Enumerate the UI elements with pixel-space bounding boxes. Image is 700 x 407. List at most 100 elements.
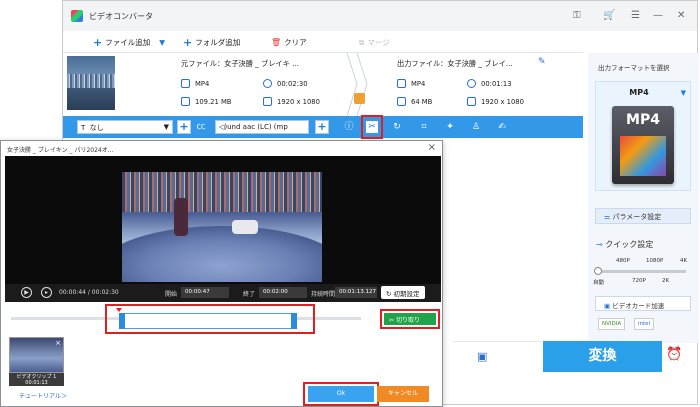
dropdown-arrow-icon[interactable]: ▼ <box>159 38 165 47</box>
output-folder-area: ▣ <box>453 341 541 372</box>
clear-button[interactable]: 🗑 クリア <box>271 37 307 48</box>
time-display: 00:00:44 / 00:02:30 <box>59 289 119 296</box>
level-1080p: 1080P <box>646 258 664 264</box>
watermark-icon[interactable]: ♙ <box>470 121 482 133</box>
subtitle-value: なし <box>89 124 104 132</box>
format-card[interactable]: MP4 ▼ MP4 <box>595 81 691 191</box>
add-file-label: ファイル追加 <box>105 38 151 47</box>
pen-edit-icon[interactable]: ✍ <box>496 121 508 133</box>
merge-label: マージ <box>367 38 390 47</box>
folder-open-icon[interactable]: ▣ <box>477 350 487 363</box>
add-audio-button[interactable]: + <box>315 120 329 134</box>
arrow-separator-icon <box>346 53 368 116</box>
alarm-clock-icon[interactable]: ⏰ <box>666 347 682 362</box>
level-auto: 自動 <box>593 280 605 286</box>
text-icon: T <box>81 124 86 132</box>
quick-settings-title: ⊸ クイック設定 <box>596 240 654 249</box>
audio-value: und aac (LC) (mp <box>227 123 288 131</box>
folder-icon <box>397 97 406 106</box>
toolbar: + ファイル追加 ▼ + フォルダ追加 🗑 クリア ⧉ マージ <box>63 31 583 53</box>
source-file-label: 元ファイル：女子決勝 _ ブレイキ ... <box>181 59 299 68</box>
merge-button[interactable]: ⧉ マージ <box>359 37 390 48</box>
effect-wand-icon[interactable]: ✦ <box>444 121 456 133</box>
clip-close-icon[interactable]: × <box>55 339 61 347</box>
clock-icon <box>263 79 272 88</box>
cc-icon[interactable]: ㏄ <box>195 121 207 133</box>
video-thumbnail[interactable] <box>67 56 115 110</box>
edit-bar: T なし ▼ + ㏄ ◁)und aac (LC) (mp + ⓘ ✂ ↻ ⌗ ✦… <box>63 116 583 138</box>
add-folder-button[interactable]: + フォルダ追加 <box>183 37 240 48</box>
video-frame <box>122 172 322 282</box>
plus-icon: + <box>93 35 103 49</box>
file-row: 元ファイル：女子決勝 _ ブレイキ ... MP4 00:02:30 109.2… <box>63 53 583 116</box>
add-file-button[interactable]: + ファイル追加 ▼ <box>93 37 165 48</box>
mp4-file-icon: MP4 <box>612 106 674 184</box>
parameter-settings-label: パラメータ設定 <box>612 213 662 221</box>
app-logo-icon <box>71 10 83 22</box>
sliders-icon: ⚌ <box>604 213 611 221</box>
output-format: MP4 <box>397 79 425 88</box>
play-icon[interactable]: ▶ <box>21 287 32 298</box>
clip-label: ビデオクリップ 1 00:01:13 <box>9 373 64 386</box>
dancer-standing <box>174 198 188 236</box>
film-image-icon <box>620 136 666 176</box>
level-2k: 2K <box>662 278 670 284</box>
quality-slider-knob[interactable] <box>594 267 602 275</box>
highlight-cut-box <box>380 309 440 329</box>
start-time-input[interactable]: 00:00:47 <box>181 287 229 298</box>
dancer-breaking <box>232 220 258 234</box>
subtitle-select[interactable]: T なし ▼ <box>77 120 173 134</box>
add-subtitle-button[interactable]: + <box>177 120 191 134</box>
nvidia-badge: NVIDIA <box>598 318 626 330</box>
menu-icon[interactable]: ☰ <box>631 9 640 23</box>
gpu-acceleration-button[interactable]: ▣ ビデオカード加速 <box>595 296 691 311</box>
info-icon[interactable]: ⓘ <box>343 121 355 133</box>
output-resolution: 1920 x 1080 <box>467 97 524 106</box>
level-720p: 720P <box>632 278 646 284</box>
source-size: 109.21 MB <box>181 97 231 106</box>
gpu-acceleration-label: ビデオカード加速 <box>612 302 665 310</box>
highlight-ok-box <box>303 382 379 406</box>
clear-label: クリア <box>284 38 307 47</box>
key-icon[interactable]: ⚿ <box>573 9 581 23</box>
step-forward-icon[interactable]: ▸ <box>41 287 52 298</box>
level-480p: 480P <box>616 258 630 264</box>
highlight-scissors-box <box>361 115 383 139</box>
resolution-icon <box>467 97 476 106</box>
crowd-background <box>122 172 322 212</box>
chevron-down-icon[interactable]: ▼ <box>681 89 686 97</box>
slider-icon: ⊸ <box>596 240 603 249</box>
end-time-input[interactable]: 00:02:00 <box>259 287 307 298</box>
audio-select[interactable]: ◁)und aac (LC) (mp <box>215 120 309 134</box>
gpu-icon: ▣ <box>604 302 611 310</box>
edit-name-icon[interactable]: ✎ <box>538 57 546 67</box>
crop-icon[interactable]: ⌗ <box>418 121 430 133</box>
trash-icon: 🗑 <box>271 38 282 47</box>
file-icon <box>397 79 406 88</box>
video-preview <box>5 156 441 284</box>
end-label: 終了 <box>243 291 256 298</box>
merge-icon: ⧉ <box>359 37 365 47</box>
speaker-icon: ◁) <box>219 123 228 131</box>
title-bar: ビデオコンバータ ⚿ 🛒 ☰ — ✕ <box>63 1 697 31</box>
app-title: ビデオコンバータ <box>89 12 153 21</box>
level-4k: 4K <box>680 258 688 264</box>
tutorial-link[interactable]: チュートリアル＞ <box>19 391 67 400</box>
reset-button[interactable]: ↻ 初期設定 <box>381 286 425 299</box>
close-icon[interactable]: ✕ <box>677 9 685 23</box>
minimize-icon[interactable]: — <box>653 9 663 23</box>
output-format-panel: 出力フォーマットを選択 MP4 ▼ MP4 ⚌ パラメータ設定 ⊸ クイック設定… <box>588 53 699 343</box>
start-label: 開始 <box>165 291 178 298</box>
cancel-button[interactable]: キャンセル <box>377 386 429 402</box>
convert-button[interactable]: 変換 <box>543 341 662 372</box>
format-name: MP4 <box>629 88 649 97</box>
parameter-settings-button[interactable]: ⚌ パラメータ設定 <box>595 208 691 224</box>
output-duration: 00:01:13 <box>467 79 512 88</box>
quality-slider[interactable] <box>596 270 686 273</box>
dialog-close-icon[interactable]: × <box>428 142 436 153</box>
highlight-range-box <box>105 304 315 334</box>
rotate-icon[interactable]: ↻ <box>391 121 403 133</box>
folder-icon <box>181 97 190 106</box>
cart-icon[interactable]: 🛒 <box>603 9 615 23</box>
clip-thumbnail[interactable]: × <box>9 337 64 373</box>
